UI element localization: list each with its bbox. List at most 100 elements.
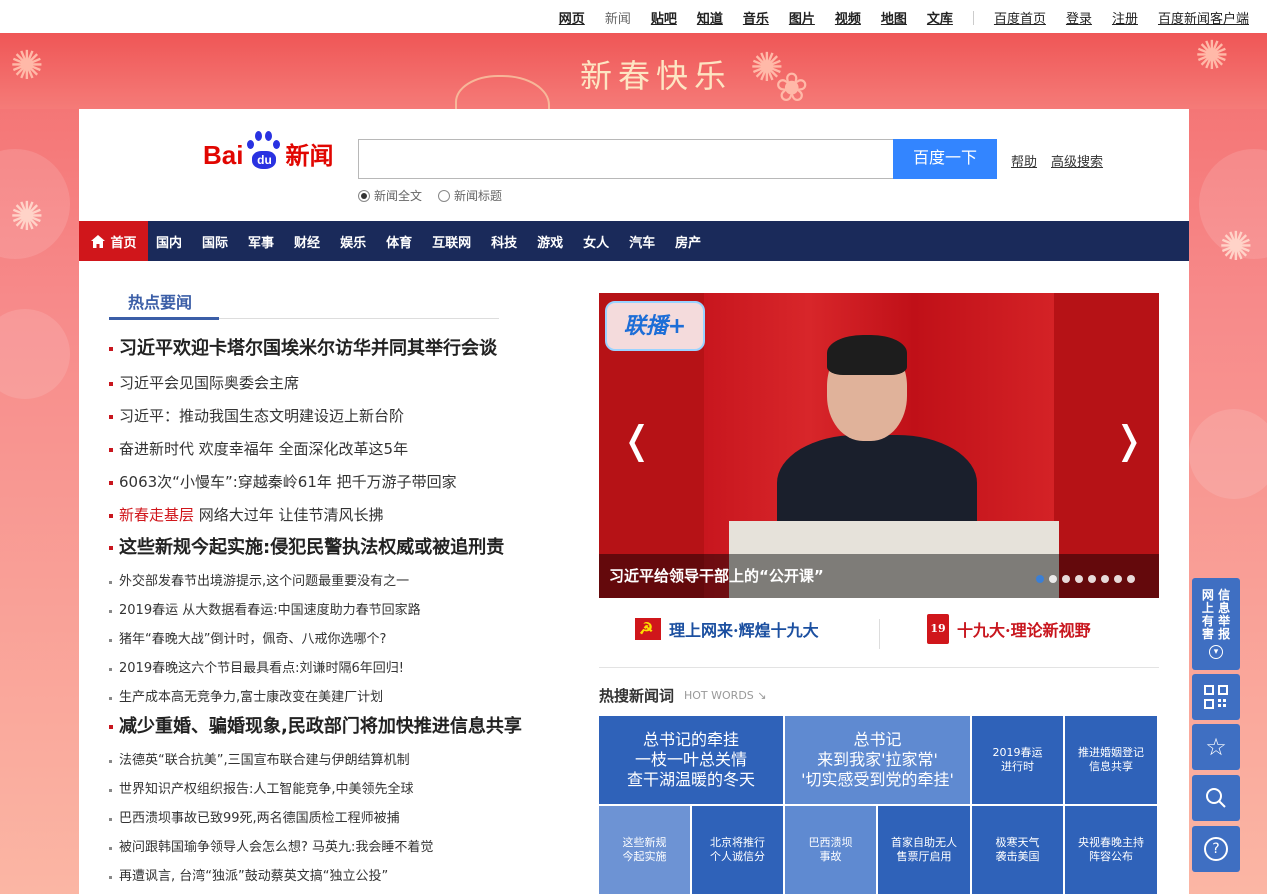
radio-circle[interactable] [438, 189, 451, 202]
favorite-button[interactable]: ☆ [1192, 724, 1240, 770]
news-item[interactable]: 再遭讽言, 台湾“独派”鼓动蔡英文搞“独立公投” [109, 863, 589, 892]
top-nav-right-link[interactable]: 百度新闻客户端 [1158, 8, 1249, 27]
search-button[interactable]: 百度一下 [893, 139, 997, 179]
slide-dot[interactable] [1049, 575, 1057, 583]
news-item[interactable]: 猪年“春晚大战”倒计时，佩奇、八戒你选哪个? [109, 626, 589, 655]
news-item[interactable]: 2019春运 从大数据看春运:中国速度助力春节回家路 [109, 597, 589, 626]
radio-title[interactable]: 新闻标题 [438, 187, 502, 204]
hot-word-cell[interactable]: 总书记 来到我家'拉家常' '切实感受到党的牵挂' [785, 716, 970, 804]
slide-dot[interactable] [1062, 575, 1070, 583]
channel-item[interactable]: 娱乐 [340, 232, 366, 251]
search-scope-radios: 新闻全文 新闻标题 [358, 187, 502, 204]
top-nav-right-link[interactable]: 登录 [1066, 8, 1092, 27]
promo-link-1[interactable]: 理上网来·辉煌十九大 [635, 609, 819, 649]
top-nav-link[interactable]: 音乐 [743, 8, 769, 27]
hot-news-title: 热点要闻 [128, 293, 193, 312]
slide-dot[interactable] [1114, 575, 1122, 583]
promo-text: 十九大·理论新视野 [957, 621, 1091, 640]
news-tag[interactable]: 新春走基层 [119, 506, 194, 524]
channel-item[interactable]: 汽车 [629, 232, 655, 251]
channel-item[interactable]: 国际 [202, 232, 228, 251]
top-nav-link[interactable]: 知道 [697, 8, 723, 27]
hot-word-cell[interactable]: 首家自助无人 售票厅启用 [878, 806, 970, 894]
news-item[interactable]: 巴西溃坝事故已致99死,两名德国质检工程师被捕 [109, 805, 589, 834]
report-label-line: 害 报 [1201, 627, 1231, 641]
advanced-search-link[interactable]: 高级搜索 [1051, 151, 1103, 170]
channel-item[interactable]: 女人 [583, 232, 609, 251]
channel-item[interactable]: 军事 [248, 232, 274, 251]
channel-nav: 首页 国内 国际 军事 财经 娱乐 体育 互联网 科技 游戏 女人 汽车 房产 [79, 221, 1189, 261]
help-link[interactable]: 帮助 [1011, 151, 1037, 170]
news-item[interactable]: 外交部发春节出境游提示,这个问题最重要没有之一 [109, 568, 589, 597]
search-input[interactable] [358, 139, 894, 179]
news-text: 外交部发春节出境游提示,这个问题最重要没有之一 [119, 574, 410, 589]
news-item[interactable]: 2019春晚这六个节目最具看点:刘谦时隔6年回归! [109, 655, 589, 684]
top-nav-right-link[interactable]: 百度首页 [994, 8, 1046, 27]
top-nav-link[interactable]: 贴吧 [651, 8, 677, 27]
flower-icon: ✺ [1219, 224, 1253, 270]
channel-item[interactable]: 财经 [294, 232, 320, 251]
news-item[interactable]: 这些新规今起实施:侵犯民警执法权威或被追刑责 [109, 534, 589, 568]
hot-word-cell[interactable]: 总书记的牵挂 一枝一叶总关情 查干湖温暖的冬天 [599, 716, 783, 804]
slide-dot[interactable] [1088, 575, 1096, 583]
channel-home-label: 首页 [110, 235, 137, 251]
title-underline [109, 317, 219, 320]
news-item[interactable]: 习近平欢迎卡塔尔国埃米尔访华并同其举行会谈 [109, 335, 589, 369]
next-arrow-icon[interactable]: ❭ [1113, 418, 1145, 462]
slide-dot[interactable] [1036, 575, 1044, 583]
news-item[interactable]: 世界知识产权组织报告:人工智能竞争,中美领先全球 [109, 776, 589, 805]
headline-slideshow[interactable]: 联播+ ❬ ❭ 习近平给领导干部上的“公开课” [599, 293, 1159, 598]
news-item[interactable]: 生产成本高无竞争力,富士康改变在美建厂计划 [109, 684, 589, 713]
news-item[interactable]: 奋进新时代 欢度幸福年 全面深化改革这5年 [109, 435, 589, 468]
news-item[interactable]: 习近平：推动我国生态文明建设迈上新台阶 [109, 402, 589, 435]
channel-item[interactable]: 科技 [491, 232, 517, 251]
news-text: 法德英“联合抗美”,三国宣布联合建与伊朗结算机制 [119, 753, 410, 768]
holiday-banner: 新春快乐 ✺ ❀ ✺ ✺ [0, 33, 1267, 135]
top-nav-link[interactable]: 网页 [559, 8, 585, 27]
news-text: 2019春运 从大数据看春运:中国速度助力春节回家路 [119, 603, 421, 618]
news-text: 6063次“小慢车”:穿越秦岭61年 把千万游子带回家 [119, 473, 457, 491]
slide-dot[interactable] [1101, 575, 1109, 583]
radio-circle[interactable] [358, 189, 370, 202]
top-nav-link[interactable]: 视频 [835, 8, 861, 27]
news-text: 习近平欢迎卡塔尔国埃米尔访华并同其举行会谈 [119, 338, 497, 359]
hot-word-cell[interactable]: 央视春晚主持 阵容公布 [1065, 806, 1157, 894]
channel-item[interactable]: 互联网 [432, 232, 471, 251]
slide-dot[interactable] [1127, 575, 1135, 583]
radio-full-text[interactable]: 新闻全文 [358, 187, 422, 204]
promo-link-2[interactable]: 19 十九大·理论新视野 [927, 609, 1091, 649]
top-nav-link[interactable]: 新闻 [605, 8, 631, 27]
hot-word-cell[interactable]: 极寒天气 袭击美国 [972, 806, 1063, 894]
news-item[interactable]: 6063次“小慢车”:穿越秦岭61年 把千万游子带回家 [109, 468, 589, 501]
banner-title: 新春快乐 [580, 57, 733, 95]
help-button[interactable]: ? [1192, 826, 1240, 872]
news-item[interactable]: 减少重婚、骗婚现象,民政部门将加快推进信息共享 [109, 713, 589, 747]
hot-word-cell[interactable]: 巴西溃坝 事故 [785, 806, 876, 894]
hot-word-cell[interactable]: 北京将推行 个人诚信分 [692, 806, 783, 894]
hot-word-cell[interactable]: 推进婚姻登记 信息共享 [1065, 716, 1157, 804]
channel-item[interactable]: 游戏 [537, 232, 563, 251]
top-nav-link[interactable]: 文库 [927, 8, 953, 27]
channel-item[interactable]: 体育 [386, 232, 412, 251]
top-nav-link[interactable]: 图片 [789, 8, 815, 27]
news-item[interactable]: 新春走基层 网络大过年 让佳节清风长拂 [109, 501, 589, 534]
hot-word-cell[interactable]: 2019春运 进行时 [972, 716, 1063, 804]
news-text: 生产成本高无竞争力,富士康改变在美建厂计划 [119, 690, 384, 705]
news-item[interactable]: 被问跟韩国瑜争领导人会怎么想? 马英九:我会睡不着觉 [109, 834, 589, 863]
slide-caption[interactable]: 习近平给领导干部上的“公开课” [609, 565, 824, 586]
qr-code-button[interactable] [1192, 674, 1240, 720]
channel-item[interactable]: 房产 [675, 232, 701, 251]
slide-dot[interactable] [1075, 575, 1083, 583]
search-tool-button[interactable] [1192, 775, 1240, 821]
baidu-news-logo[interactable]: Bai du 新闻 [203, 131, 333, 171]
news-item[interactable]: 习近平会见国际奥委会主席 [109, 369, 589, 402]
top-nav-link[interactable]: 地图 [881, 8, 907, 27]
channel-home[interactable]: 首页 [79, 221, 148, 261]
channel-item[interactable]: 国内 [156, 232, 182, 251]
news-item[interactable]: 法德英“联合抗美”,三国宣布联合建与伊朗结算机制 [109, 747, 589, 776]
search-icon [1206, 788, 1226, 808]
hot-word-cell[interactable]: 这些新规 今起实施 [599, 806, 690, 894]
prev-arrow-icon[interactable]: ❬ [621, 418, 653, 462]
report-harmful-info-button[interactable]: 网 信上 息有 举害 报 ▾ [1192, 578, 1240, 670]
top-nav-right-link[interactable]: 注册 [1112, 8, 1138, 27]
